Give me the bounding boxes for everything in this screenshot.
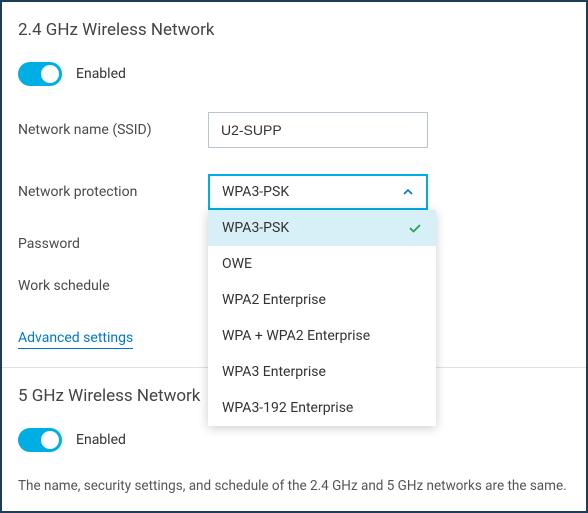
protection-option-wpa3-192-enterprise[interactable]: WPA3-192 Enterprise [208, 390, 436, 426]
option-label: WPA3 Enterprise [222, 364, 326, 380]
enable-24ghz-toggle[interactable] [18, 62, 62, 86]
password-label: Password [18, 236, 208, 252]
enable-5ghz-label: Enabled [76, 432, 126, 448]
option-label: WPA3-PSK [222, 220, 289, 236]
enable-24ghz-label: Enabled [76, 66, 126, 82]
option-label: WPA2 Enterprise [222, 292, 326, 308]
protection-option-wpa2-enterprise[interactable]: WPA2 Enterprise [208, 282, 436, 318]
protection-label: Network protection [18, 184, 208, 200]
protection-option-owe[interactable]: OWE [208, 246, 436, 282]
toggle-row-5ghz: Enabled [18, 428, 570, 452]
section-title-24ghz: 2.4 GHz Wireless Network [18, 20, 570, 40]
option-label: OWE [222, 256, 252, 272]
same-settings-note: The name, security settings, and schedul… [18, 478, 570, 494]
protection-row: Network protection WPA3-PSK WPA3-PSK OWE [18, 174, 570, 210]
check-icon [408, 221, 422, 235]
option-label: WPA + WPA2 Enterprise [222, 328, 370, 344]
chevron-up-icon [402, 186, 414, 198]
protection-select-wrapper: WPA3-PSK WPA3-PSK OWE WPA2 Enterprise [208, 174, 428, 210]
option-label: WPA3-192 Enterprise [222, 400, 353, 416]
protection-option-wpa3-psk[interactable]: WPA3-PSK [208, 210, 436, 246]
protection-option-wpa3-enterprise[interactable]: WPA3 Enterprise [208, 354, 436, 390]
schedule-label: Work schedule [18, 278, 208, 294]
protection-dropdown: WPA3-PSK OWE WPA2 Enterprise WPA + WPA2 … [208, 210, 436, 426]
toggle-row-24ghz: Enabled [18, 62, 570, 86]
ssid-row: Network name (SSID) [18, 112, 570, 148]
section-24ghz: 2.4 GHz Wireless Network Enabled Network… [18, 20, 570, 367]
protection-selected-value: WPA3-PSK [222, 184, 289, 200]
protection-option-wpa-wpa2-enterprise[interactable]: WPA + WPA2 Enterprise [208, 318, 436, 354]
enable-5ghz-toggle[interactable] [18, 428, 62, 452]
protection-select[interactable]: WPA3-PSK [208, 174, 428, 210]
ssid-input[interactable] [208, 112, 428, 148]
toggle-knob [41, 65, 59, 83]
toggle-knob [41, 431, 59, 449]
ssid-label: Network name (SSID) [18, 122, 208, 138]
advanced-settings-link[interactable]: Advanced settings [18, 330, 133, 349]
